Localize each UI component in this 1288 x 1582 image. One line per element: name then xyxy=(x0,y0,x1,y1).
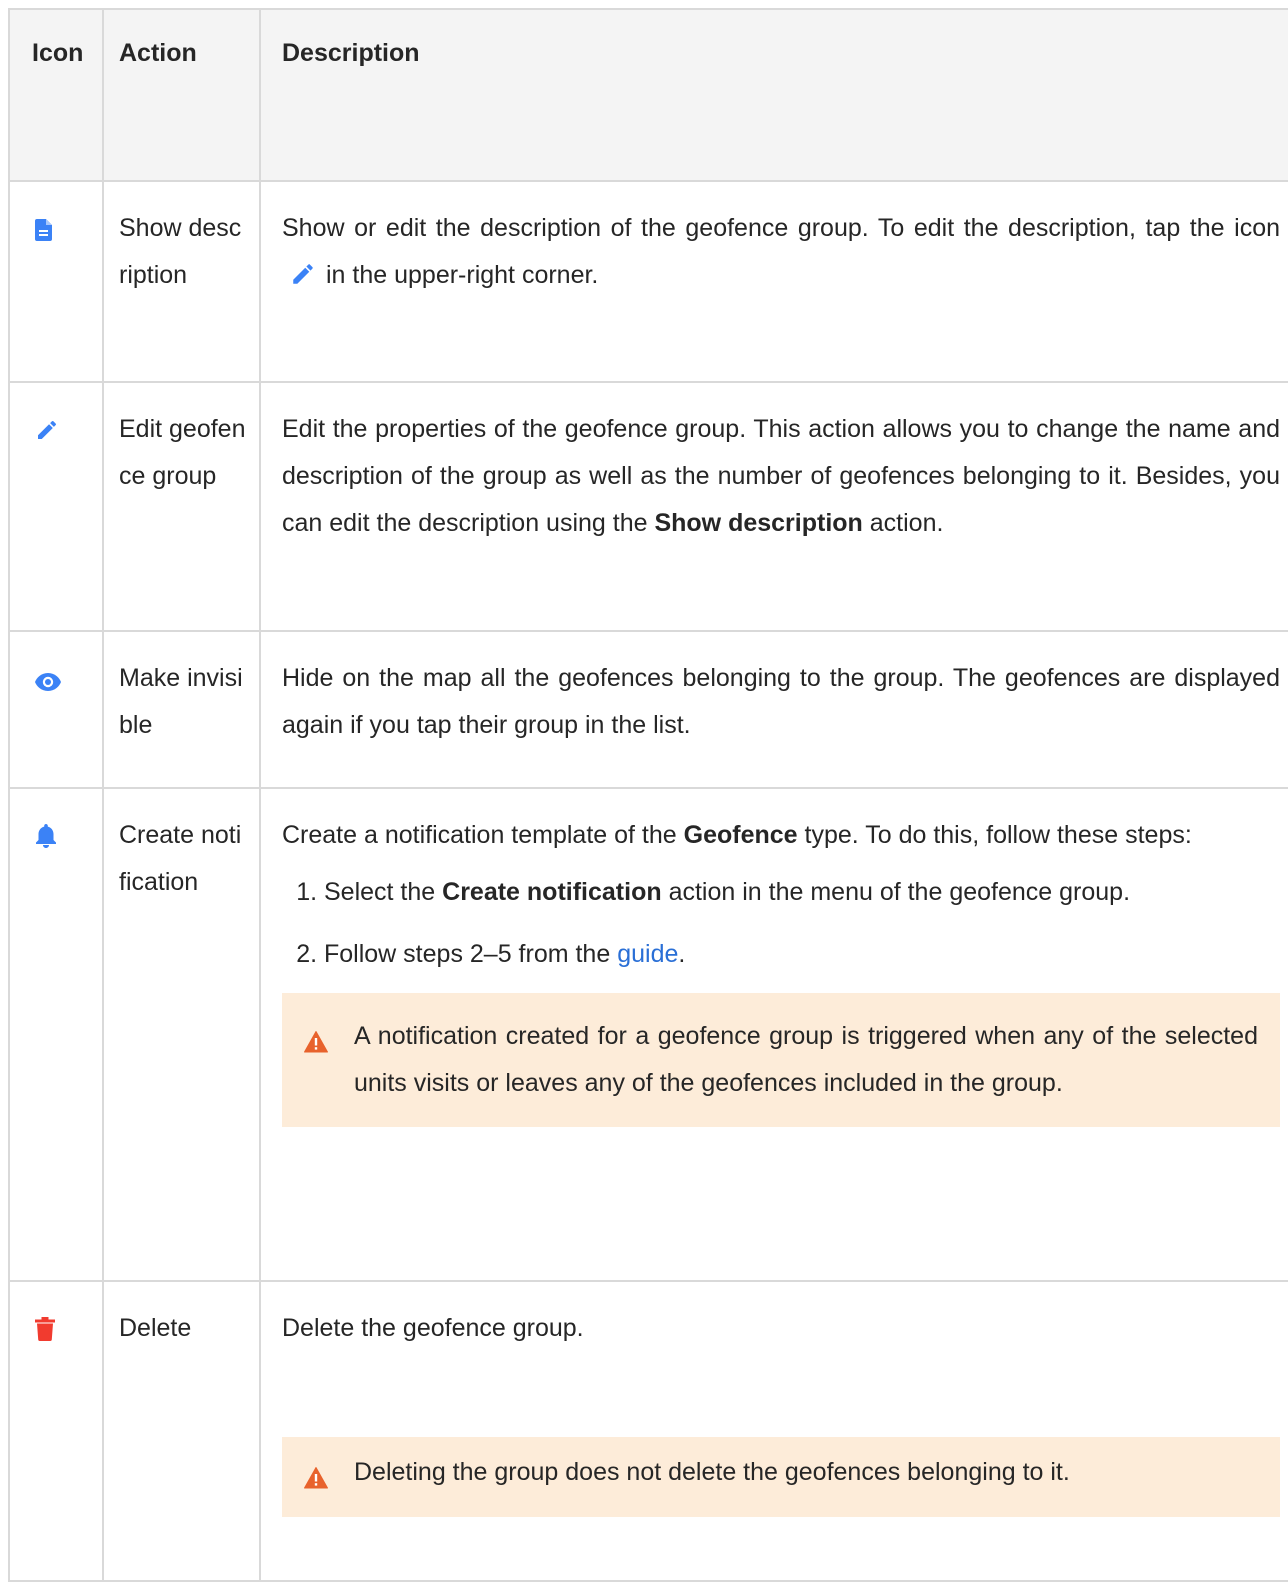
column-header-action: Action xyxy=(102,8,261,182)
list-item: Follow steps 2–5 from the guide. xyxy=(324,931,1280,978)
column-header-icon: Icon xyxy=(8,8,104,182)
row-description: Delete the geofence group. xyxy=(282,1314,584,1342)
warning-note: A notification created for a geofence gr… xyxy=(282,993,1280,1127)
action-label: Show description xyxy=(102,180,261,383)
action-label: Make invisible xyxy=(102,630,261,789)
pencil-icon xyxy=(35,411,59,458)
eye-icon xyxy=(35,660,61,707)
row-description: Show or edit the description of the geof… xyxy=(282,205,1280,303)
trash-icon xyxy=(35,1310,55,1357)
action-label: Delete xyxy=(102,1280,261,1582)
action-label: Create notification xyxy=(102,787,261,1282)
bell-icon xyxy=(35,817,57,864)
guide-link[interactable]: guide xyxy=(617,940,678,968)
table-row: Make invisible Hide on the map all the g… xyxy=(8,630,1288,789)
warning-icon xyxy=(304,1458,328,1505)
table-row: Edit geofence group Edit the properties … xyxy=(8,381,1288,632)
table-header-row: Icon Action Description xyxy=(8,8,1288,182)
column-header-description: Description xyxy=(259,8,1288,182)
list-item: Select the Create notification action in… xyxy=(324,869,1280,916)
row-description: Hide on the map all the geofences belong… xyxy=(282,664,1280,739)
row-description: Edit the properties of the geofence grou… xyxy=(282,415,1280,537)
warning-icon xyxy=(304,1022,328,1069)
table-row: Delete Delete the geofence group. Deleti… xyxy=(8,1280,1288,1582)
actions-table: Icon Action Description Show description xyxy=(8,8,1288,1582)
table-row: Create notification Create a notificatio… xyxy=(8,787,1288,1282)
row-description: Create a notification template of the Ge… xyxy=(282,821,1192,849)
action-label: Edit geofence group xyxy=(102,381,261,632)
document-icon xyxy=(35,210,52,257)
table-row: Show description Show or edit the descri… xyxy=(8,180,1288,383)
warning-note: Deleting the group does not delete the g… xyxy=(282,1437,1280,1517)
steps-list: Select the Create notification action in… xyxy=(282,869,1280,978)
warning-text: Deleting the group does not delete the g… xyxy=(354,1458,1070,1486)
warning-text: A notification created for a geofence gr… xyxy=(354,1022,1258,1097)
pencil-icon xyxy=(290,256,316,303)
